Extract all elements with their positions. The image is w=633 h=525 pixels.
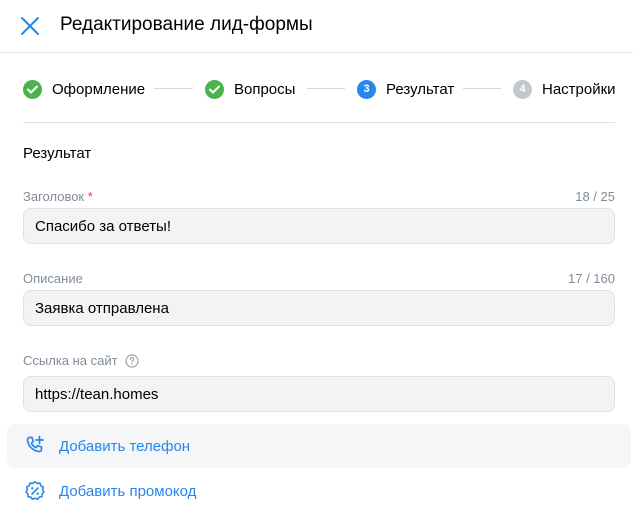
step-label: Результат [386, 80, 455, 98]
step-number-badge: 4 [513, 79, 532, 99]
check-icon [23, 79, 42, 99]
section-title: Результат [23, 145, 92, 162]
step-label: Оформление [52, 80, 146, 98]
step-number-badge: 3 [357, 79, 376, 99]
step-questions[interactable]: Вопросы [205, 79, 295, 99]
divider [23, 122, 615, 123]
add-promo-button[interactable]: Добавить промокод [7, 469, 631, 513]
description-label: Описание [23, 271, 83, 286]
step-connector [154, 88, 192, 89]
heading-input[interactable] [23, 208, 615, 244]
page-title: Редактирование лид-формы [60, 14, 313, 35]
step-settings[interactable]: 4 Настройки [513, 79, 616, 99]
heading-label: Заголовок * [23, 189, 93, 204]
step-result[interactable]: 3 Результат [357, 79, 454, 99]
description-input[interactable] [23, 290, 615, 326]
step-label: Вопросы [234, 80, 296, 98]
step-connector [463, 88, 501, 89]
site-link-input[interactable] [23, 376, 615, 412]
close-button[interactable] [14, 10, 46, 42]
phone-add-icon [26, 435, 44, 453]
step-label: Настройки [542, 80, 616, 98]
add-promo-label: Добавить промокод [59, 482, 197, 500]
question-circle-icon[interactable] [125, 354, 139, 368]
step-connector [307, 88, 345, 89]
description-counter: 17 / 160 [568, 271, 615, 286]
modal-header: Редактирование лид-формы [0, 0, 633, 53]
required-mark: * [87, 189, 93, 204]
discount-icon [25, 481, 45, 500]
heading-counter: 18 / 25 [575, 189, 615, 204]
close-icon [21, 17, 39, 35]
stepper: Оформление Вопросы 3 Результат 4 Настрой… [23, 79, 616, 99]
add-phone-label: Добавить телефон [59, 437, 191, 455]
add-phone-button[interactable]: Добавить телефон [7, 424, 631, 468]
check-icon [205, 79, 224, 99]
step-design[interactable]: Оформление [23, 79, 145, 99]
site-link-label: Ссылка на сайт [23, 353, 139, 369]
